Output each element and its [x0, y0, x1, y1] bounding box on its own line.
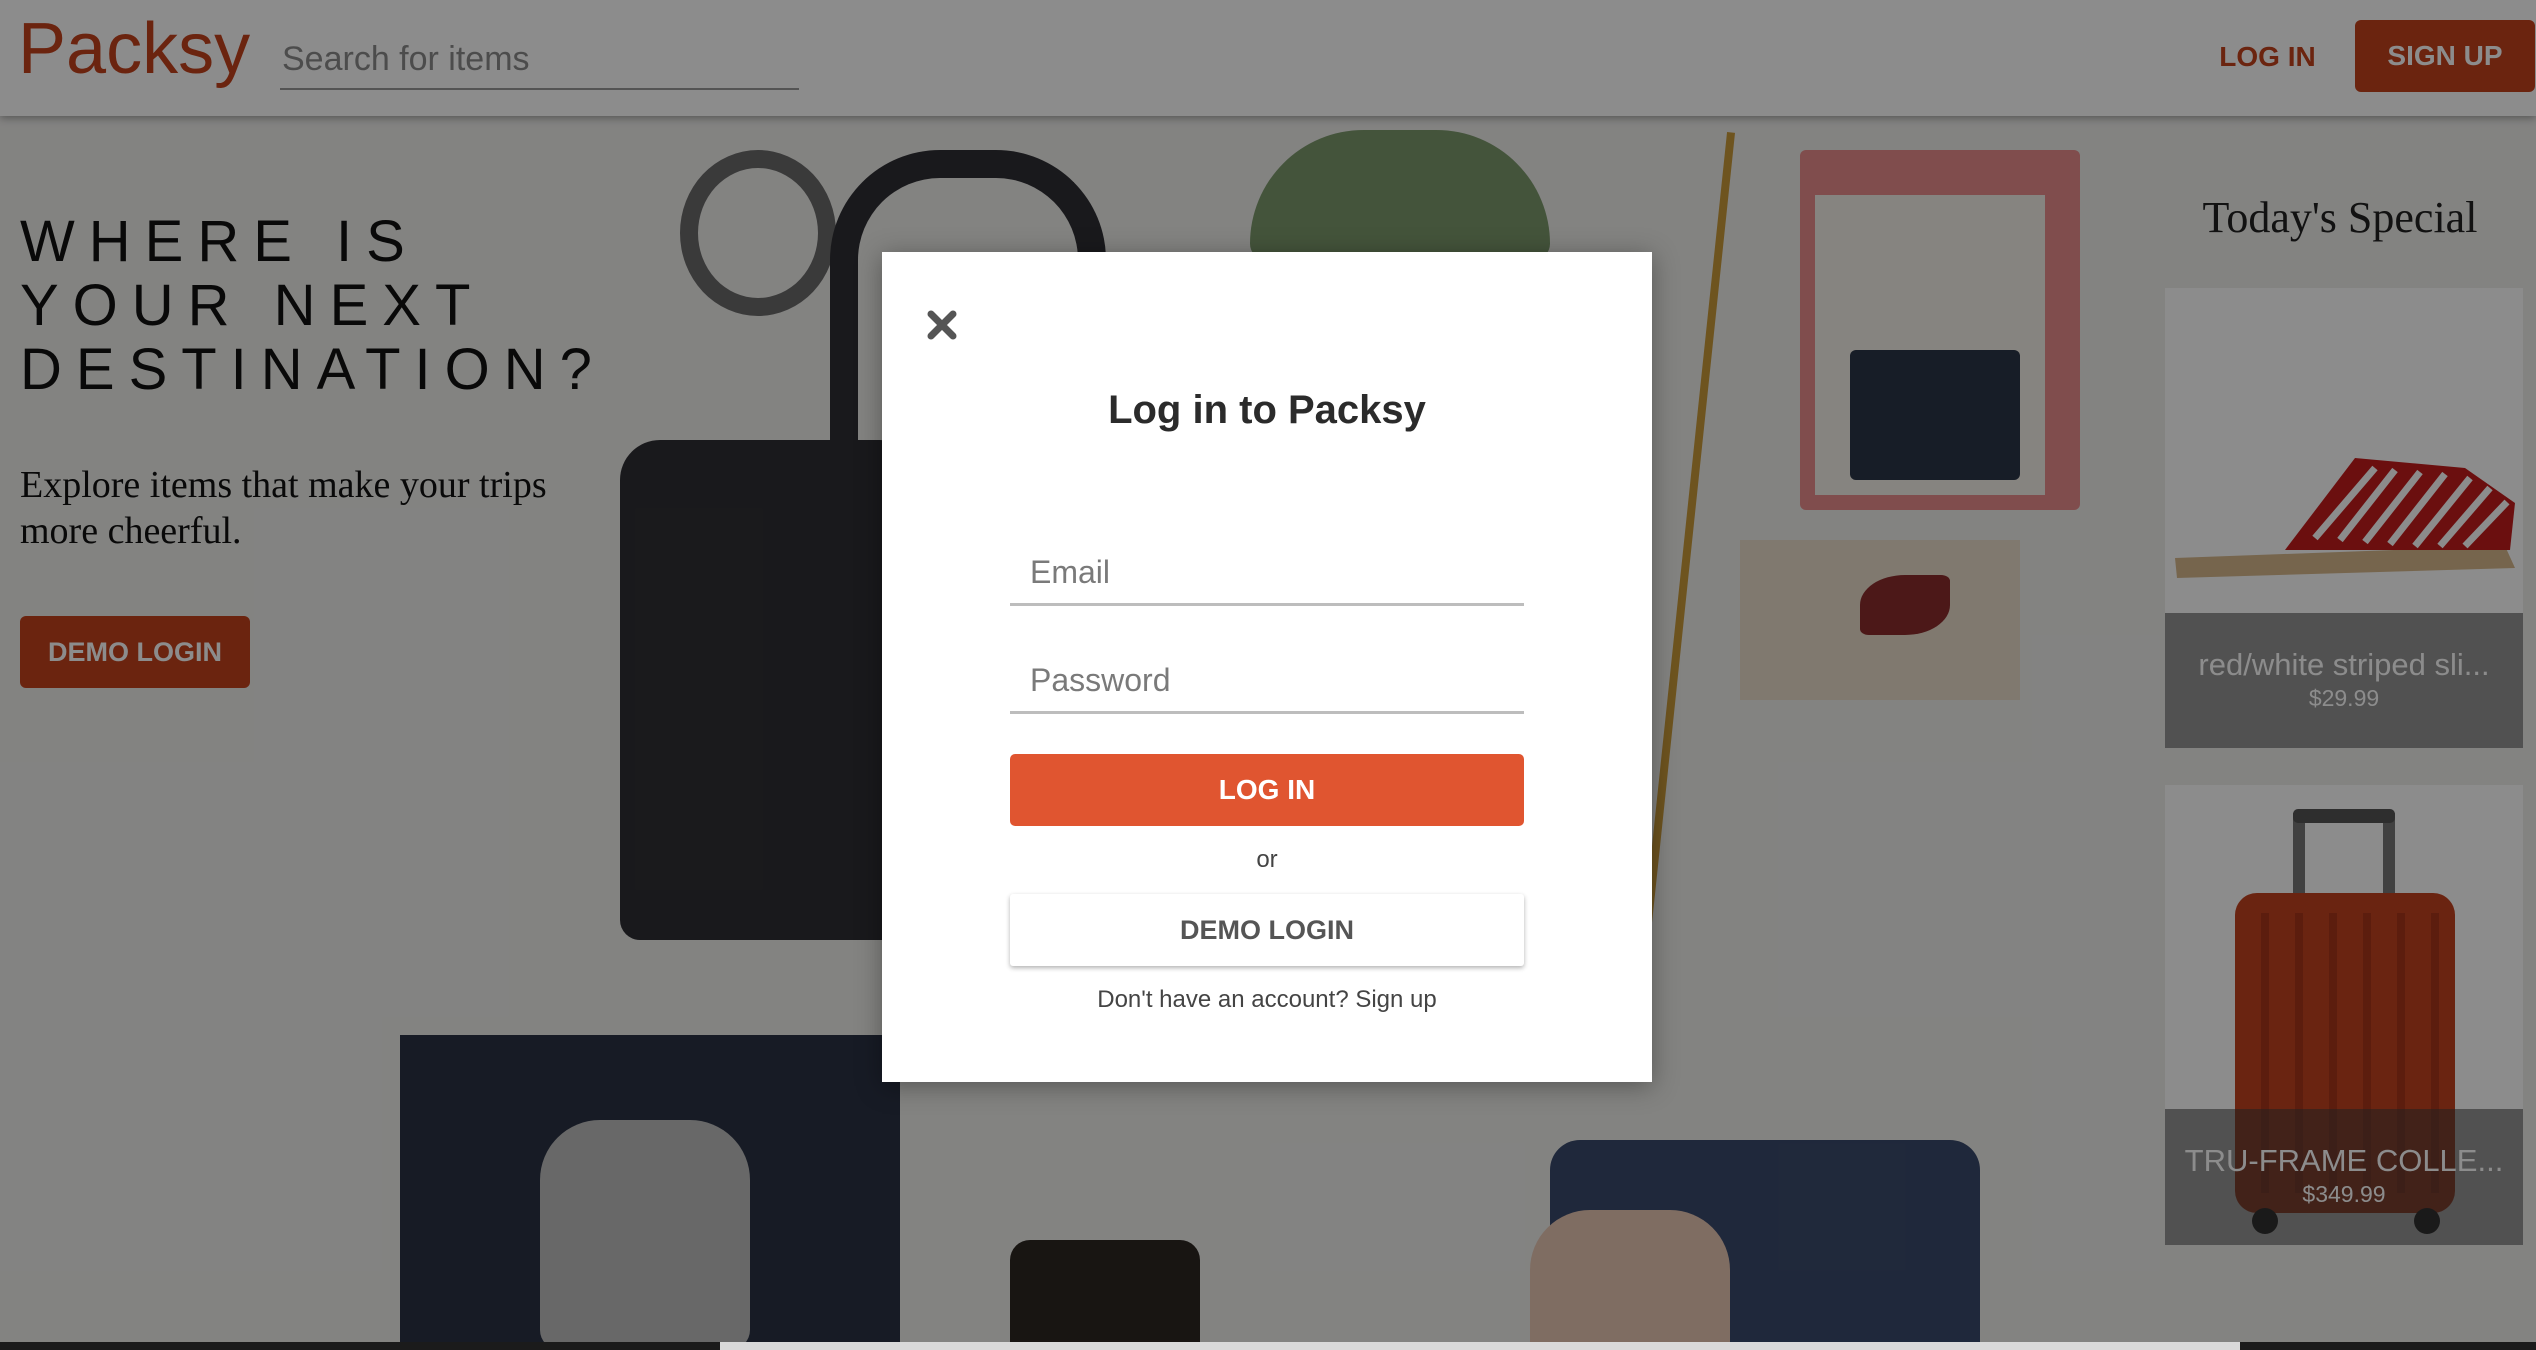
login-button[interactable]: LOG IN: [1010, 754, 1524, 826]
login-modal: Log in to Packsy LOG IN or DEMO LOGIN Do…: [882, 252, 1652, 1082]
password-field[interactable]: [1010, 650, 1524, 714]
signup-prompt-text: Don't have an account?: [1097, 986, 1349, 1013]
signup-prompt: Don't have an account? Sign up: [882, 986, 1652, 1014]
close-button[interactable]: [922, 306, 962, 346]
or-divider-text: or: [1256, 846, 1278, 873]
bottom-strip-highlight: [720, 1342, 2240, 1350]
close-icon: [927, 310, 957, 339]
page: Packsy LOG IN SIGN UP WHERE IS YOUR NEXT…: [0, 0, 2536, 1350]
modal-title: Log in to Packsy: [1108, 388, 1426, 432]
signup-link[interactable]: Sign up: [1355, 986, 1436, 1013]
demo-login-button[interactable]: DEMO LOGIN: [1010, 894, 1524, 966]
email-field[interactable]: [1010, 542, 1524, 606]
